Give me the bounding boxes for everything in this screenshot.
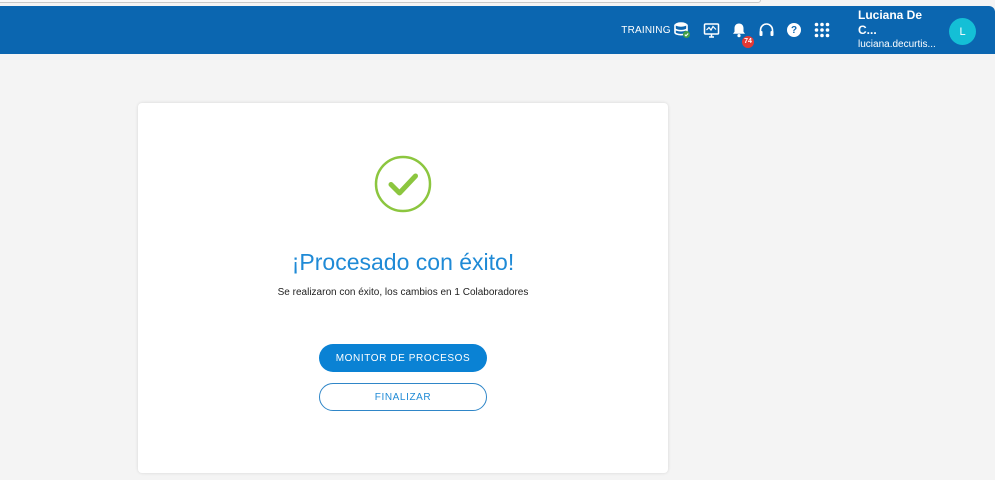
success-card: ¡Procesado con éxito! Se realizaron con … bbox=[138, 103, 668, 473]
database-status-icon[interactable] bbox=[669, 6, 695, 54]
help-icon[interactable]: ? bbox=[781, 6, 807, 54]
finish-button[interactable]: FINALIZAR bbox=[319, 383, 487, 411]
apps-grid-icon[interactable] bbox=[809, 6, 835, 54]
browser-tab-edge bbox=[0, 0, 761, 3]
success-check-icon bbox=[374, 155, 432, 213]
success-message: Se realizaron con éxito, los cambios en … bbox=[277, 287, 529, 298]
top-app-bar: TRAINING 74 ? Luciana De C... luciana.de… bbox=[0, 6, 995, 54]
process-monitor-button[interactable]: MONITOR DE PROCESOS bbox=[319, 344, 487, 372]
environment-label: TRAINING bbox=[621, 24, 671, 36]
help-glyph: ? bbox=[787, 23, 801, 37]
user-email: luciana.decurtis... bbox=[858, 39, 936, 50]
user-name: Luciana De C... bbox=[858, 8, 923, 37]
bell-icon[interactable]: 74 bbox=[726, 6, 754, 54]
avatar[interactable]: L bbox=[949, 18, 976, 45]
headset-icon[interactable] bbox=[753, 6, 779, 54]
success-title: ¡Procesado con éxito! bbox=[291, 249, 515, 275]
monitor-icon[interactable] bbox=[698, 6, 724, 54]
user-menu[interactable]: Luciana De C... luciana.decurtis... bbox=[858, 6, 942, 54]
